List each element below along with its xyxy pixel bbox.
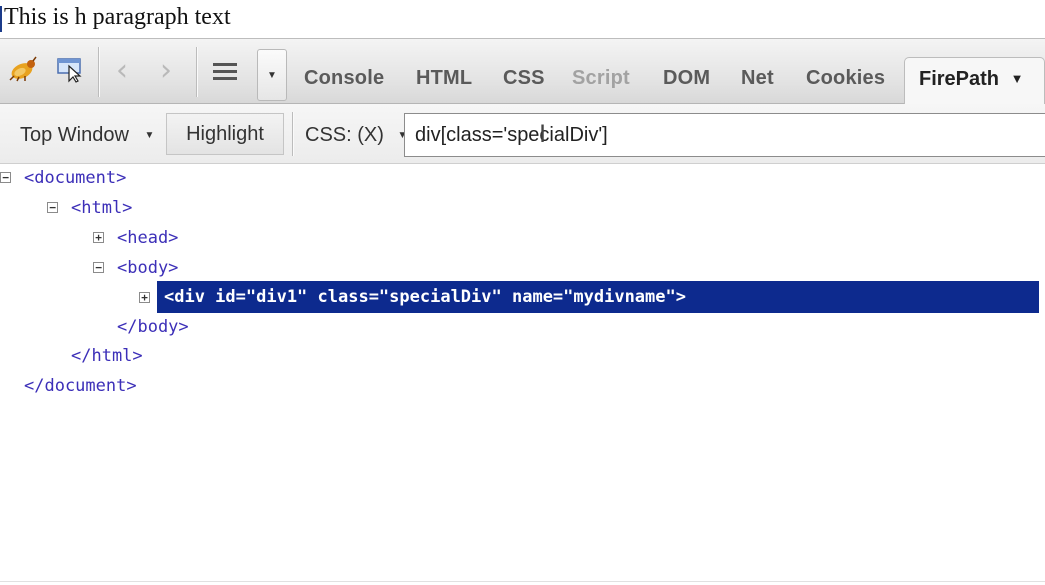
tree-node-document[interactable]: <document>: [24, 166, 126, 190]
dropdown-arrow-icon[interactable]: ▼: [257, 49, 287, 101]
chevron-down-icon[interactable]: ▼: [1011, 71, 1024, 86]
tab-net[interactable]: Net: [741, 67, 774, 90]
toolbar-separator: [98, 47, 99, 97]
tree-node-document-close[interactable]: </document>: [24, 374, 137, 398]
tree-node-html[interactable]: <html>: [71, 196, 132, 220]
tree-node-html-close[interactable]: </html>: [71, 344, 143, 368]
expand-toggle-icon[interactable]: +: [93, 232, 104, 243]
firebug-toolbar: ‹ › ▼ Console HTML CSS Script DOM Net Co…: [0, 38, 1045, 105]
forward-arrow-icon[interactable]: ›: [160, 53, 172, 88]
tab-cookies[interactable]: Cookies: [806, 67, 885, 90]
window-select-label: Top Window: [20, 124, 129, 146]
firebug-bug-icon[interactable]: [4, 51, 40, 87]
collapse-toggle-icon[interactable]: −: [93, 262, 104, 273]
tab-script[interactable]: Script: [572, 67, 630, 90]
tab-css[interactable]: CSS: [503, 67, 545, 90]
page-paragraph: This is h paragraph text: [4, 4, 231, 30]
collapse-toggle-icon[interactable]: −: [47, 202, 58, 213]
inspect-element-icon[interactable]: [52, 51, 88, 87]
tree-node-body[interactable]: <body>: [117, 256, 178, 280]
toolbar-separator: [196, 47, 197, 97]
tab-html[interactable]: HTML: [416, 67, 472, 90]
tree-node-head[interactable]: <head>: [117, 226, 178, 250]
back-arrow-icon[interactable]: ‹: [116, 53, 128, 88]
text-caret: [0, 6, 2, 32]
window-select[interactable]: Top Window ▼: [20, 124, 154, 147]
expand-toggle-icon[interactable]: +: [139, 292, 150, 303]
selector-expression-input[interactable]: div[class='specialDiv'] I: [404, 113, 1045, 157]
toolbar-separator: [292, 112, 293, 156]
tab-firepath[interactable]: FirePath ▼: [904, 57, 1045, 105]
selector-mode-select[interactable]: CSS: (X) ▼: [305, 124, 407, 147]
tab-firepath-label: FirePath: [919, 68, 1000, 90]
tree-node-div-selected[interactable]: <div id="div1" class="specialDiv" name="…: [157, 281, 1039, 313]
text-cursor-icon: I: [539, 120, 547, 148]
tree-node-body-close[interactable]: </body>: [117, 315, 189, 339]
selector-mode-label: CSS: (X): [305, 124, 384, 146]
collapse-toggle-icon[interactable]: −: [0, 172, 11, 183]
menu-lines-icon[interactable]: [203, 54, 247, 90]
firepath-toolbar: Top Window ▼ Highlight CSS: (X) ▼ div[cl…: [0, 104, 1045, 164]
tab-console[interactable]: Console: [304, 67, 384, 90]
dom-tree-panel: − <document> − <html> + <head> − <body> …: [0, 166, 1045, 585]
panel-bottom-border: [0, 581, 1045, 582]
tab-dom[interactable]: DOM: [663, 67, 710, 90]
chevron-down-icon: ▼: [144, 130, 155, 141]
highlight-button[interactable]: Highlight: [166, 113, 284, 155]
selector-expression-value: div[class='specialDiv']: [415, 124, 608, 146]
